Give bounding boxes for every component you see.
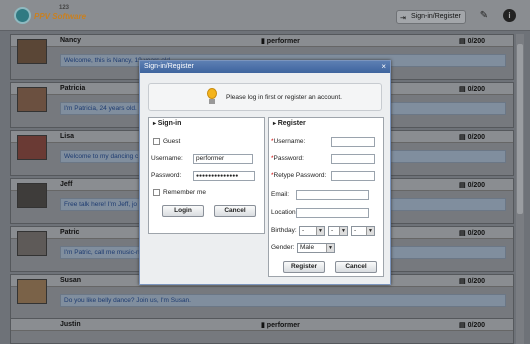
register-panel: Register *Username: *Password: *Retype P…	[268, 117, 384, 277]
scrollbar[interactable]	[516, 34, 524, 344]
row-name: Justin	[60, 321, 81, 328]
notice-box: Please log in first or register an accou…	[148, 83, 382, 111]
remember-checkbox[interactable]	[153, 189, 160, 196]
birthday-year-value: -	[302, 227, 305, 234]
reg-location-label: Location:	[271, 209, 298, 216]
wrench-icon[interactable]: ✎	[478, 10, 490, 22]
avatar[interactable]	[17, 279, 47, 304]
row-message: Do you like belly dance? Join us, I'm Su…	[60, 294, 506, 307]
logo-icon	[14, 7, 31, 24]
signin-cancel-button[interactable]: Cancel	[214, 205, 256, 217]
reg-password-input[interactable]	[331, 154, 375, 164]
reg-location-input[interactable]	[296, 208, 369, 218]
chevron-down-icon: ▼	[326, 244, 334, 252]
username-input[interactable]: performer	[193, 154, 253, 164]
avatar[interactable]	[17, 135, 47, 160]
close-icon[interactable]: ×	[381, 61, 386, 73]
reg-username-text: Username:	[273, 138, 306, 145]
reg-retype-label: *Retype Password:	[271, 172, 326, 179]
row-count: ▤ 0/200	[459, 38, 486, 45]
row-count: ▤ 0/200	[459, 278, 486, 285]
reg-password-text: Password:	[273, 155, 304, 162]
chevron-down-icon: ▼	[366, 227, 374, 235]
signin-panel: Sign-in Guest Username: performer Passwo…	[148, 117, 265, 234]
signin-register-button[interactable]: ⇥ Sign-in/Register	[396, 10, 466, 24]
birthday-year-select[interactable]: - ▼	[299, 226, 325, 236]
count-label: 0/200	[467, 182, 486, 189]
birthday-month-value: -	[331, 227, 334, 234]
row-count: ▤ 0/200	[459, 182, 486, 189]
count-label: 0/200	[467, 322, 486, 329]
count-label: 0/200	[467, 86, 486, 93]
remember-label: Remember me	[163, 189, 206, 196]
chevron-down-icon: ▼	[316, 227, 324, 235]
chevron-down-icon: ▼	[339, 227, 347, 235]
role-label: performer	[266, 322, 300, 329]
row-count: ▤ 0/200	[459, 86, 486, 93]
row-name: Susan	[60, 277, 82, 284]
birthday-day-select[interactable]: - ▼	[351, 226, 375, 236]
count-label: 0/200	[467, 38, 486, 45]
row-count: ▤ 0/200	[459, 230, 486, 237]
list-item[interactable]: Justin ▮ performer ▤ 0/200	[10, 318, 514, 344]
reg-username-label: *Username:	[271, 138, 305, 145]
guest-label: Guest	[163, 138, 181, 145]
reg-password-label: *Password:	[271, 155, 304, 162]
birthday-month-select[interactable]: - ▼	[328, 226, 348, 236]
signin-register-dialog: Sign-in/Register × Please log in first o…	[139, 60, 391, 285]
logo-number: 123	[59, 5, 70, 11]
row-name: Nancy	[60, 37, 82, 44]
row-name: Jeff	[60, 181, 73, 188]
count-label: 0/200	[467, 230, 486, 237]
row-name: Patric	[60, 229, 80, 236]
info-icon[interactable]: i	[503, 9, 516, 22]
username-label: Username:	[151, 155, 183, 162]
lightbulb-icon	[206, 88, 218, 106]
row-role: ▮ performer	[261, 38, 300, 45]
row-name: Lisa	[60, 133, 75, 140]
reg-retype-text: Retype Password:	[273, 172, 327, 179]
avatar[interactable]	[17, 87, 47, 112]
dialog-title: Sign-in/Register	[144, 63, 194, 70]
scrollbar-thumb[interactable]	[517, 44, 523, 214]
row-name: Patricia	[60, 85, 86, 92]
avatar[interactable]	[17, 183, 47, 208]
login-button[interactable]: Login	[162, 205, 204, 217]
count-label: 0/200	[467, 278, 486, 285]
reg-username-input[interactable]	[331, 137, 375, 147]
row-count: ▤ 0/200	[459, 134, 486, 141]
register-cancel-button[interactable]: Cancel	[335, 261, 377, 273]
role-label: performer	[266, 38, 300, 45]
row-count: ▤ 0/200	[459, 322, 486, 329]
row-role: ▮ performer	[261, 322, 300, 329]
logo-text: PPV Software	[34, 12, 87, 21]
signin-title: Sign-in	[153, 120, 182, 127]
top-bar: 123 PPV Software ⇥ Sign-in/Register ✎ i	[0, 0, 530, 31]
notice-text: Please log in first or register an accou…	[226, 94, 342, 101]
reg-email-input[interactable]	[296, 190, 369, 200]
signin-icon: ⇥	[400, 15, 406, 22]
app-logo: 123 PPV Software	[14, 5, 87, 27]
gender-value: Male	[300, 244, 315, 251]
reg-gender-label: Gender:	[271, 244, 295, 251]
reg-birthday-label: Birthday:	[271, 227, 297, 234]
avatar[interactable]	[17, 231, 47, 256]
count-label: 0/200	[467, 134, 486, 141]
birthday-day-value: -	[354, 227, 357, 234]
dialog-titlebar[interactable]: Sign-in/Register ×	[140, 61, 390, 73]
gender-select[interactable]: Male ▼	[297, 243, 335, 253]
password-input[interactable]: ●●●●●●●●●●●●●●	[193, 171, 255, 181]
avatar[interactable]	[17, 39, 47, 64]
guest-checkbox[interactable]	[153, 138, 160, 145]
reg-email-label: Email:	[271, 191, 290, 198]
reg-retype-input[interactable]	[331, 171, 375, 181]
password-label: Password:	[151, 172, 182, 179]
register-title: Register	[273, 120, 306, 127]
register-button[interactable]: Register	[283, 261, 325, 273]
signin-register-label: Sign-in/Register	[411, 13, 461, 20]
